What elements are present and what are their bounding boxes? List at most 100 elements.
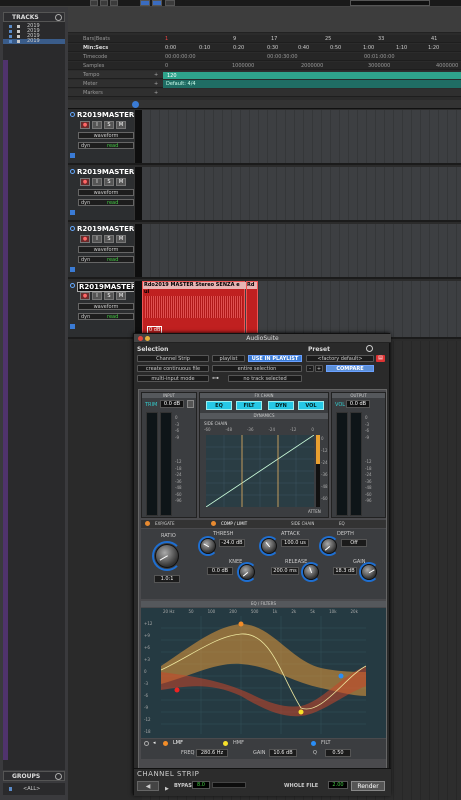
track-view-selector[interactable]: waveform	[78, 189, 134, 196]
track-options-icon[interactable]	[132, 101, 139, 108]
record-enable-button[interactable]: ●	[80, 121, 90, 129]
dynamics-graph[interactable]	[206, 435, 314, 507]
track-list-item-selected[interactable]: 2019	[3, 39, 65, 44]
track-lane[interactable]	[142, 167, 461, 220]
record-enable-button[interactable]: ●	[80, 292, 90, 300]
hmf-power-icon[interactable]	[223, 741, 228, 746]
key-input-selector[interactable]: no track selected	[228, 375, 302, 382]
toolbar-button[interactable]	[90, 0, 98, 6]
selection-reference-selector[interactable]: entire selection	[212, 365, 302, 372]
lmf-power-icon[interactable]	[163, 741, 168, 746]
eq-band-handle[interactable]	[298, 709, 304, 715]
groups-panel-header[interactable]: GROUPS	[3, 771, 65, 781]
track-lane[interactable]	[142, 224, 461, 277]
eq-band-handle[interactable]	[238, 621, 244, 627]
automation-selector[interactable]: dyn read	[78, 313, 134, 320]
ratio-value[interactable]: 1.0:1	[154, 575, 180, 583]
q-value[interactable]: 0.50	[325, 749, 351, 757]
eq-display[interactable]: 20 Hz 50 100 200 500 1k 2k 5k 10k 20k +1…	[141, 608, 386, 738]
eq-curve-graph[interactable]	[161, 616, 366, 734]
phase-invert-button[interactable]	[187, 400, 194, 408]
render-button[interactable]: Render	[351, 781, 385, 791]
mute-button[interactable]: M	[116, 292, 126, 300]
thresh-value[interactable]: -24.0 dB	[219, 539, 245, 547]
mute-button[interactable]: M	[116, 121, 126, 129]
preset-librarian-icon[interactable]: ▤	[376, 355, 385, 362]
preset-previous-button[interactable]: -	[306, 365, 314, 372]
key-input-icon[interactable]: ⊶	[212, 374, 219, 382]
handle-length-value[interactable]: 2.00	[328, 781, 348, 789]
toolbar-button[interactable]	[140, 0, 150, 6]
input-monitor-button[interactable]: I	[92, 178, 102, 186]
visibility-icon[interactable]	[9, 35, 12, 38]
gain-knob[interactable]	[361, 564, 377, 580]
track-name[interactable]: R2019MASTER2	[77, 225, 139, 233]
play-icon[interactable]: ▶	[165, 786, 169, 792]
add-tempo-icon[interactable]: +	[154, 71, 158, 79]
toolbar-button[interactable]	[165, 0, 175, 6]
knee-knob[interactable]	[239, 564, 255, 580]
thresh-knob[interactable]	[200, 538, 216, 554]
attack-knob[interactable]	[261, 538, 277, 554]
tab-exp-gate[interactable]: EXP/GATE	[155, 521, 175, 526]
audio-clip[interactable]: Rd	[246, 281, 258, 337]
track-view-selector[interactable]: waveform	[78, 132, 134, 139]
tracks-panel-header[interactable]: TRACKS	[3, 12, 65, 22]
preset-selector[interactable]: <factory default>	[306, 355, 374, 362]
preview-level-value[interactable]: 8.0	[192, 781, 210, 789]
eq-band-handle[interactable]	[338, 673, 344, 679]
groups-row[interactable]: <ALL>	[3, 783, 65, 795]
solo-button[interactable]: S	[104, 292, 114, 300]
whole-file-selector[interactable]: WHOLE FILE	[284, 783, 318, 789]
use-in-playlist-button[interactable]: USE IN PLAYLIST	[248, 355, 302, 362]
settings-icon[interactable]	[366, 345, 373, 352]
eq-band-handle[interactable]	[174, 687, 180, 693]
automation-selector[interactable]: dyn read	[78, 199, 134, 206]
mute-button[interactable]: M	[116, 235, 126, 243]
bars-beats-ruler[interactable]: Bars|Beats 1 9 17 25 33 41	[68, 35, 461, 43]
plugin-selector[interactable]: Channel Strip	[137, 355, 209, 362]
gain-value[interactable]: 18.3 dB	[333, 567, 357, 575]
record-enable-button[interactable]: ●	[80, 235, 90, 243]
input-mode-selector[interactable]: multi-input mode	[137, 375, 209, 382]
toolbar-button[interactable]	[152, 0, 162, 6]
automation-selector[interactable]: dyn read	[78, 142, 134, 149]
add-marker-icon[interactable]: +	[154, 89, 158, 97]
filt-power-icon[interactable]	[311, 741, 316, 746]
input-monitor-button[interactable]: I	[92, 121, 102, 129]
visibility-icon[interactable]	[9, 40, 12, 43]
attack-value[interactable]: 100.0 us	[281, 539, 309, 547]
tab-side-chain[interactable]: SIDE CHAIN	[291, 521, 314, 526]
input-monitor-button[interactable]: I	[92, 292, 102, 300]
track-name[interactable]: R2019MASTER1	[77, 168, 139, 176]
filter-toggle-button[interactable]: FILT	[236, 401, 262, 410]
freq-value[interactable]: 280.6 Hz	[196, 749, 228, 757]
toolbar-button[interactable]	[100, 0, 108, 6]
add-meter-icon[interactable]: +	[154, 80, 158, 88]
tempo-ruler[interactable]: Tempo + 120	[68, 71, 461, 79]
visibility-icon[interactable]	[9, 30, 12, 33]
samples-ruler[interactable]: Samples 0 1000000 2000000 3000000 400000…	[68, 62, 461, 70]
band-hmf-label[interactable]: HMF	[233, 740, 244, 746]
solo-button[interactable]: S	[104, 178, 114, 186]
automation-selector[interactable]: dyn read	[78, 256, 134, 263]
tracks-menu-icon[interactable]	[55, 14, 62, 21]
track-lane[interactable]: Rdo2019 MASTER Stereo SENZA e ui 0 dB Rd	[142, 281, 461, 337]
release-knob[interactable]	[303, 564, 319, 580]
preview-button[interactable]: ◀	[137, 781, 159, 791]
preset-next-button[interactable]: +	[315, 365, 323, 372]
eq-toggle-button[interactable]: EQ	[206, 401, 232, 410]
exp-gate-power-icon[interactable]	[145, 521, 150, 526]
solo-button[interactable]: S	[104, 121, 114, 129]
record-enable-button[interactable]: ●	[80, 178, 90, 186]
depth-knob[interactable]	[321, 538, 337, 554]
ratio-knob[interactable]	[155, 544, 179, 568]
band-filt-label[interactable]: FILT	[321, 740, 331, 746]
track-view-selector[interactable]: waveform	[78, 303, 134, 310]
tab-eq[interactable]: EQ	[339, 521, 345, 526]
compare-button[interactable]: COMPARE	[326, 365, 374, 372]
comp-limit-power-icon[interactable]	[211, 521, 216, 526]
dyn-toggle-button[interactable]: DYN	[268, 401, 294, 410]
meter-ruler[interactable]: Meter + Default: 4/4	[68, 80, 461, 88]
input-monitor-button[interactable]: I	[92, 235, 102, 243]
